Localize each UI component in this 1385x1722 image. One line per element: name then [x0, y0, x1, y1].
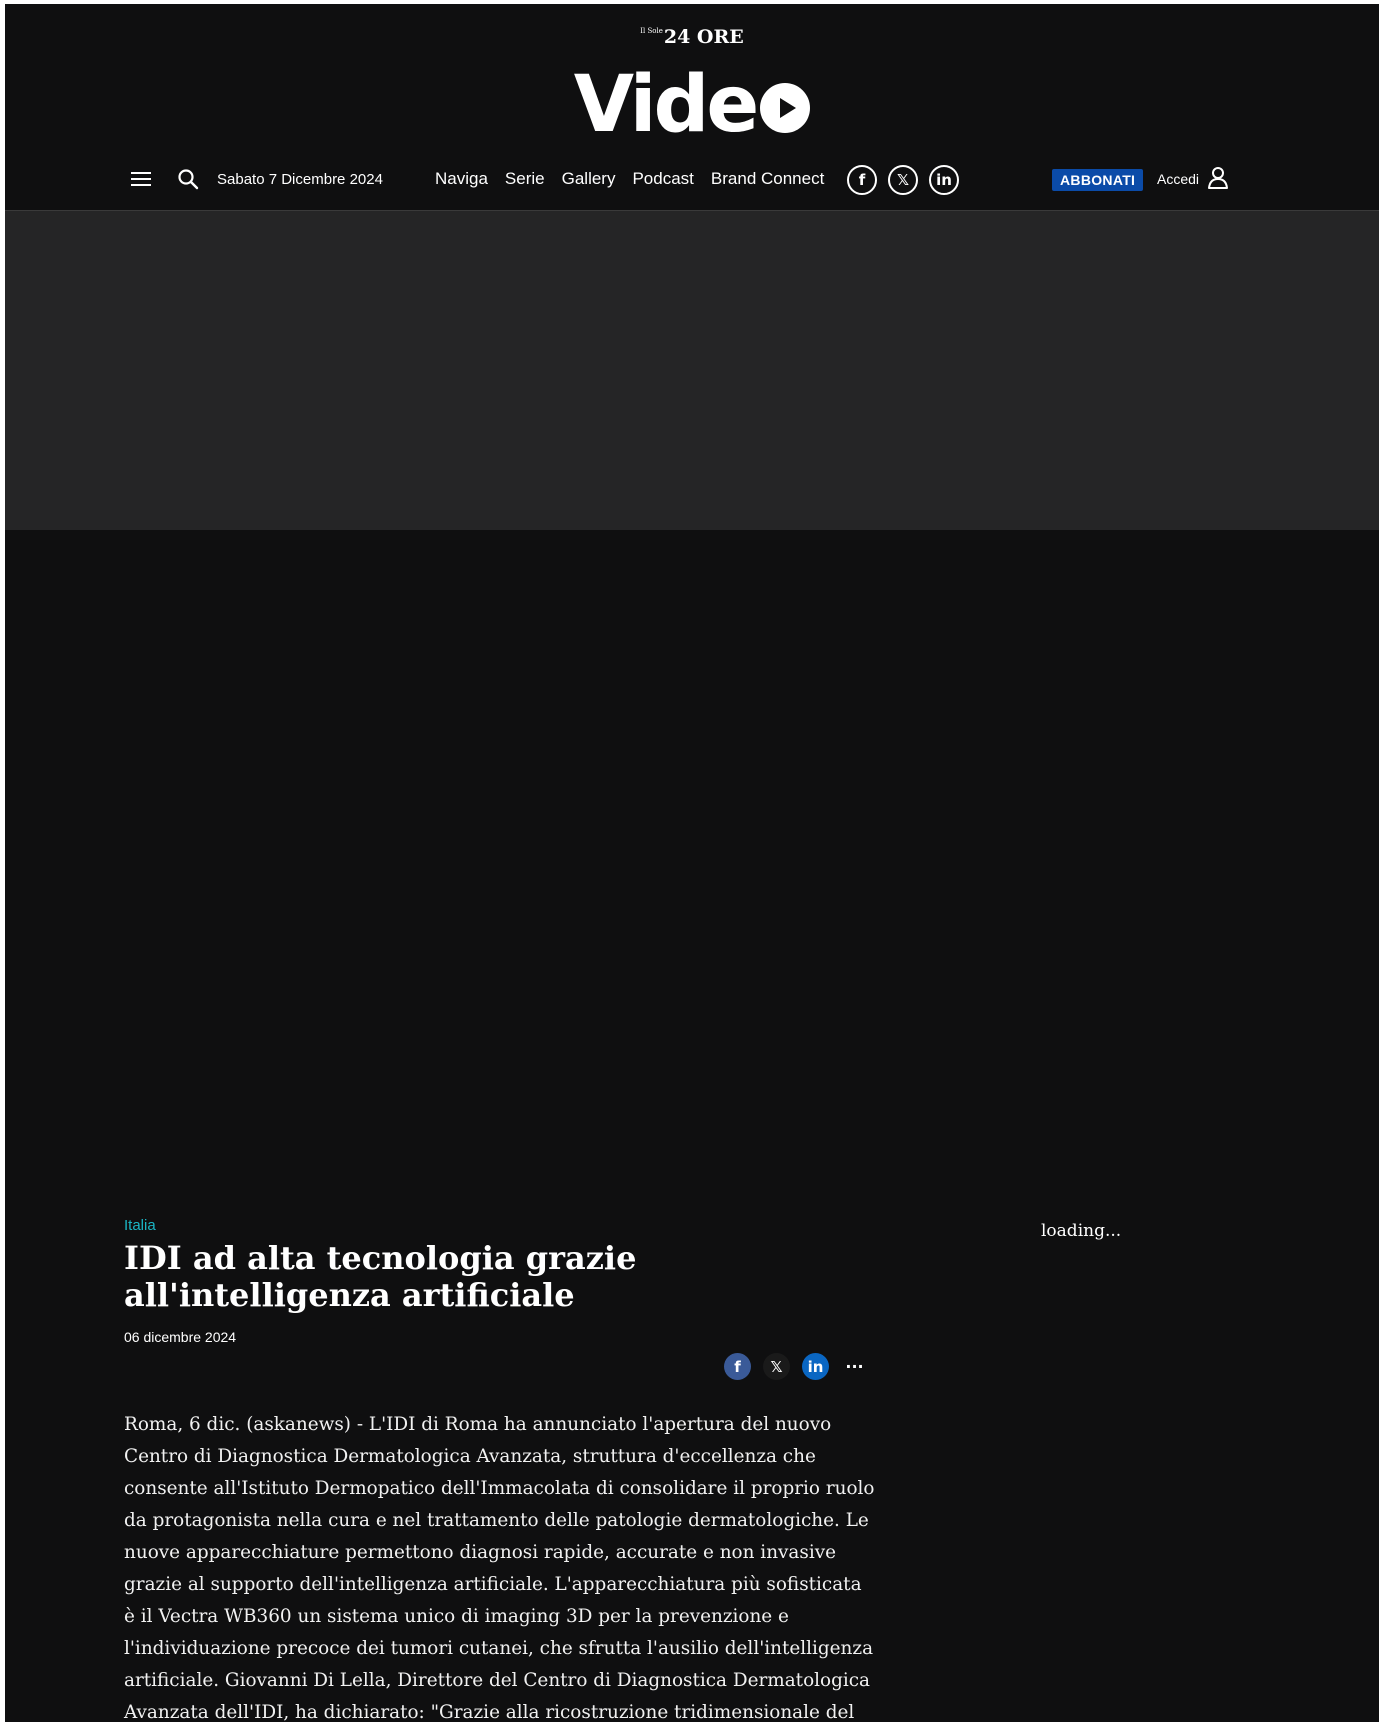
nav-bar: Sabato 7 Dicembre 2024 Naviga Serie Gall… [5, 162, 1379, 198]
video-section-logo[interactable]: Vide [5, 60, 1379, 150]
header-social-links: f 𝕏 in [847, 165, 959, 195]
sidebar-loading: loading... [1041, 1221, 1122, 1241]
article-title: IDI ad alta tecnologia grazie all'intell… [124, 1239, 637, 1314]
nav-item-podcast[interactable]: Podcast [632, 169, 693, 189]
x-icon[interactable]: 𝕏 [888, 165, 918, 195]
hamburger-icon[interactable] [131, 172, 151, 188]
brand-logo[interactable]: Il Sole24 ORE [5, 26, 1379, 48]
nav-item-serie[interactable]: Serie [505, 169, 545, 189]
share-facebook-icon[interactable]: f [724, 1353, 751, 1380]
more-options-icon[interactable]: ··· [841, 1353, 868, 1380]
current-date: Sabato 7 Dicembre 2024 [217, 171, 383, 188]
linkedin-icon[interactable]: in [929, 165, 959, 195]
nav-item-naviga[interactable]: Naviga [435, 169, 488, 189]
nav-item-gallery[interactable]: Gallery [562, 169, 616, 189]
search-icon[interactable] [177, 168, 199, 190]
article-category[interactable]: Italia [124, 1217, 156, 1234]
play-icon [760, 83, 811, 133]
user-icon[interactable] [1207, 166, 1229, 190]
page-frame: Il Sole24 ORE Vide Sabato 7 Dicembre 202… [5, 4, 1379, 1722]
article-body: Roma, 6 dic. (askanews) - L'IDI di Roma … [124, 1414, 875, 1722]
brand-logo-text: 24 ORE [663, 26, 744, 48]
site-header: Il Sole24 ORE Vide Sabato 7 Dicembre 202… [5, 4, 1379, 211]
advertisement-slot [5, 211, 1379, 530]
share-x-icon[interactable]: 𝕏 [763, 1353, 790, 1380]
brand-logo-prefix: Il Sole [640, 27, 663, 35]
subscribe-button[interactable]: ABBONATI [1052, 169, 1144, 191]
video-logo-text: Vide [573, 60, 759, 150]
facebook-icon[interactable]: f [847, 165, 877, 195]
login-link[interactable]: Accedi [1157, 171, 1199, 187]
share-bar: f 𝕏 in ··· [724, 1353, 868, 1380]
share-linkedin-icon[interactable]: in [802, 1353, 829, 1380]
main-nav: Naviga Serie Gallery Podcast Brand Conne… [435, 169, 824, 189]
nav-item-brand-connect[interactable]: Brand Connect [711, 169, 824, 189]
article-date: 06 dicembre 2024 [124, 1329, 237, 1345]
